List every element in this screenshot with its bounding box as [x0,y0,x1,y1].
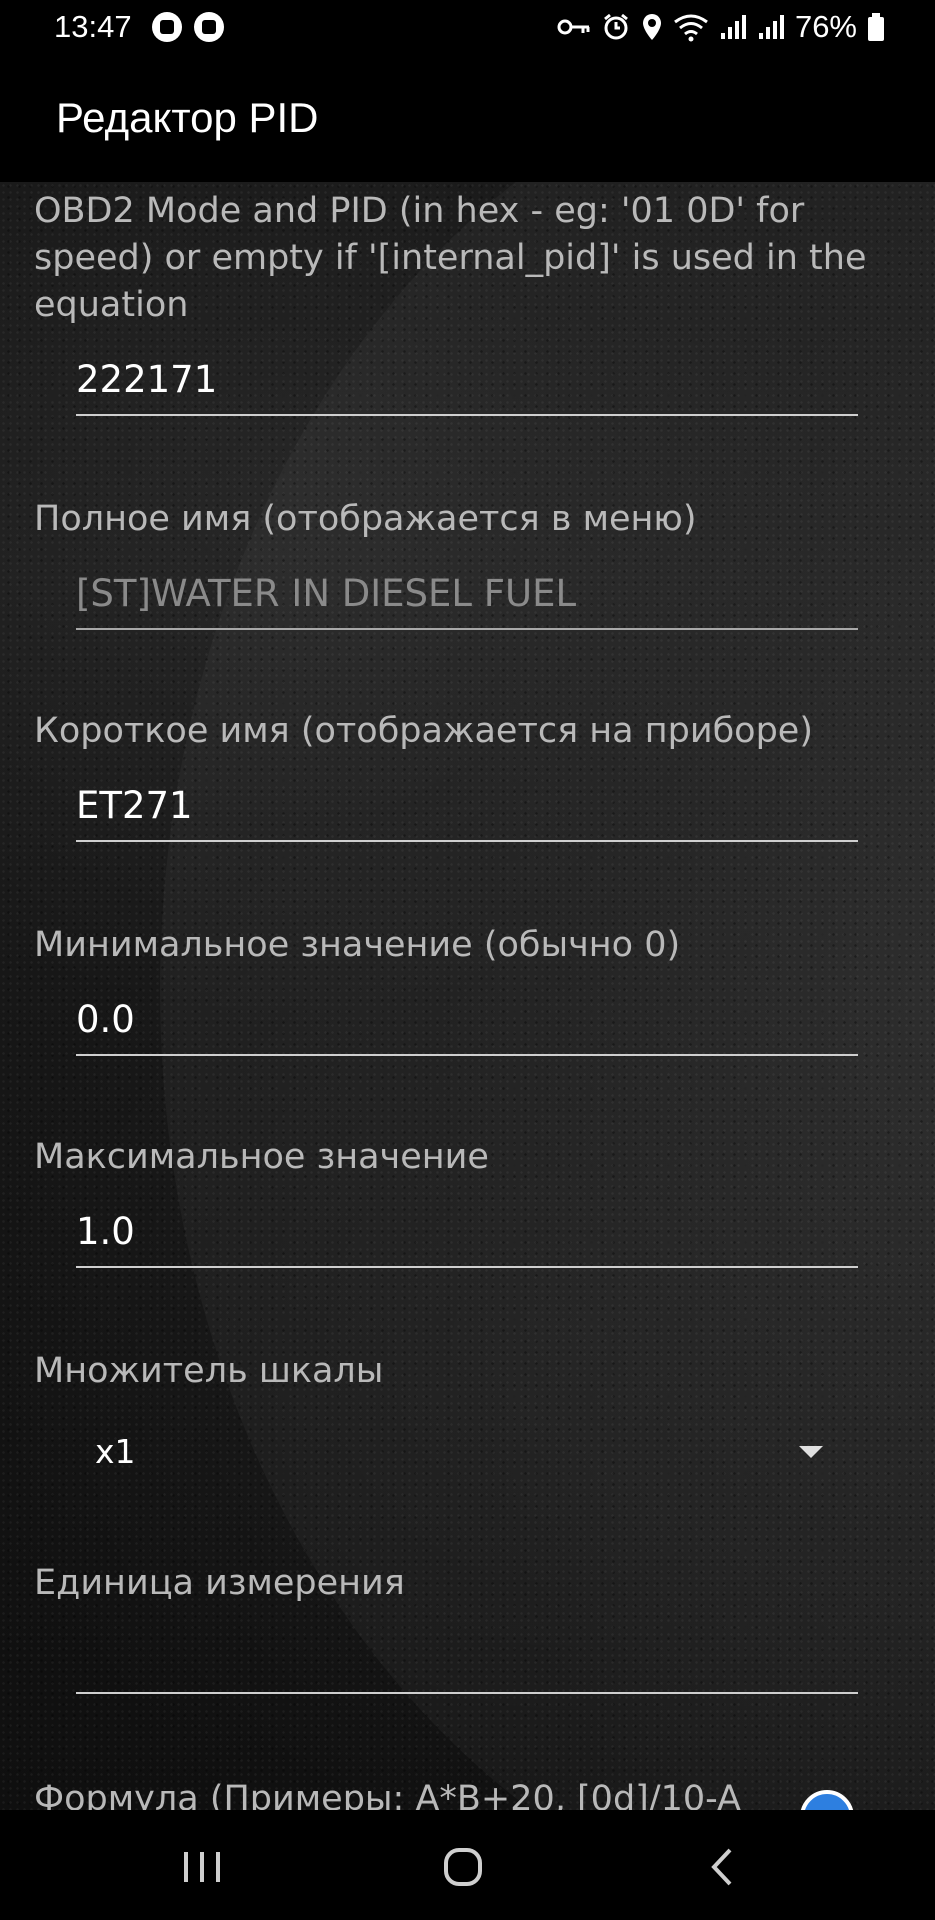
formula-label: Формула (Примеры: A*B+20, [0d]/10-A [34,1779,741,1810]
full-name-label: Полное имя (отображается в меню) [34,499,697,539]
notification-icon [151,12,182,42]
scale-select[interactable]: x1 [95,1422,835,1482]
screen: 13:47 76% Редактор PID OBD2 Mode and PID… [0,0,935,1920]
max-value-label: Максимальное значение [34,1137,489,1177]
unit-label: Единица измерения [34,1563,405,1603]
pid-form: OBD2 Mode and PID (in hex - eg: '01 0D' … [0,182,935,1810]
min-value-input[interactable]: 0.0 [76,994,858,1056]
navigation-bar [0,1810,935,1920]
vpn-key-icon [557,19,590,35]
full-name-input[interactable]: [ST]WATER IN DIESEL FUEL [76,568,858,630]
status-left-icons [151,12,224,42]
battery-percent: 76% [794,9,857,44]
page-title: Редактор PID [56,94,319,141]
min-value-label: Минимальное значение (обычно 0) [34,925,681,965]
unit-input[interactable] [76,1632,858,1694]
status-bar: 13:47 76% [0,0,935,54]
scale-label: Множитель шкалы [34,1351,384,1391]
max-value-input[interactable]: 1.0 [76,1206,858,1268]
back-icon[interactable] [694,1842,754,1892]
home-icon[interactable] [433,1842,493,1892]
dropdown-arrow-icon [799,1446,823,1458]
recents-icon[interactable] [172,1842,232,1892]
pid-input[interactable]: 222171 [76,354,858,416]
short-name-input[interactable]: ET271 [76,780,858,842]
app-bar: Редактор PID [0,54,935,182]
alarm-icon [604,13,628,40]
wifi-icon [674,14,708,42]
pid-label: OBD2 Mode and PID (in hex - eg: '01 0D' … [34,191,867,325]
signal-icon [758,15,784,39]
signal-icon [720,15,746,39]
short-name-label: Короткое имя (отображается на приборе) [34,711,813,751]
location-icon [642,14,661,40]
status-right-icons: 76% [557,9,885,45]
notification-icon [193,12,224,42]
status-time: 13:47 [54,9,132,44]
battery-icon [868,13,884,41]
scale-select-value: x1 [95,1432,136,1471]
